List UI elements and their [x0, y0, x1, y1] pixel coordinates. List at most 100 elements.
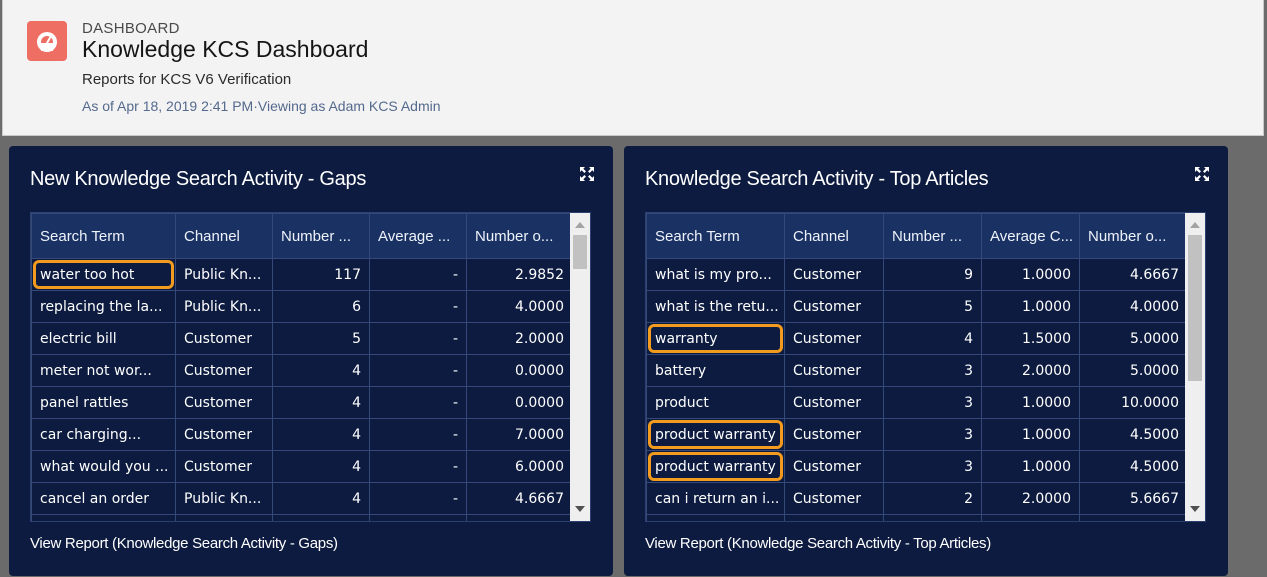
- table-cell: Public Kn...: [175, 290, 273, 323]
- view-report-link[interactable]: View Report (Knowledge Search Activity -…: [30, 535, 338, 552]
- table-row[interactable]: what is the retu... Customer 5 1.0000 4.0000: [646, 290, 1188, 323]
- table-scrollbar[interactable]: [570, 213, 590, 521]
- table-cell: Customer: [784, 290, 884, 323]
- table-cell: 0.0000: [466, 354, 573, 387]
- gaps-report-card: New Knowledge Search Activity - Gaps Sea…: [9, 146, 613, 576]
- table-cell: [784, 514, 884, 521]
- column-header[interactable]: Number ...: [272, 213, 370, 259]
- table-cell: Public Kn...: [175, 482, 273, 515]
- table-row[interactable]: can i return an i... Customer 2 2.0000 5.666…: [646, 482, 1188, 515]
- table-cell: 6.0000: [466, 450, 573, 483]
- column-header[interactable]: Number ...: [883, 213, 982, 259]
- table-cell: -: [369, 418, 467, 451]
- table-row[interactable]: meter not wor... Customer 4-0.0000: [31, 354, 573, 387]
- expand-icon[interactable]: [1194, 166, 1210, 182]
- table-cell: Customer: [175, 386, 273, 419]
- search-term-cell: meter not wor...: [31, 354, 176, 387]
- table-cell: Customer: [784, 450, 884, 483]
- search-term-cell: water too hot: [31, 258, 176, 291]
- table-cell: 3: [883, 386, 982, 419]
- table-cell: [466, 514, 573, 521]
- scroll-down-icon[interactable]: [575, 506, 585, 512]
- column-header[interactable]: Search Term: [646, 213, 785, 259]
- table-cell: Customer: [784, 418, 884, 451]
- column-header[interactable]: Number o...: [1079, 213, 1188, 259]
- search-term-cell: what is the retu...: [646, 290, 785, 323]
- table-row[interactable]: water too hot Public Kn... 117-2.9852: [31, 258, 573, 291]
- page-type-label: DASHBOARD: [82, 20, 180, 37]
- table-cell: Customer: [784, 354, 884, 387]
- column-header[interactable]: Average C...: [981, 213, 1080, 259]
- scroll-thumb[interactable]: [573, 235, 587, 269]
- search-term-cell: replacing the la...: [31, 290, 176, 323]
- search-term-cell: panel rattles: [31, 386, 176, 419]
- table-row[interactable]: warranty Customer 4 1.5000 5.0000: [646, 322, 1188, 355]
- table-cell: 6: [272, 290, 370, 323]
- table-cell: 2: [883, 482, 982, 515]
- table-cell: 5.0000: [1079, 322, 1188, 355]
- table-cell: [175, 514, 273, 521]
- table-row[interactable]: product warranty Customer 3 1.0000 4.5000: [646, 418, 1188, 451]
- table-cell: 9: [883, 258, 982, 291]
- column-header[interactable]: Search Term: [31, 213, 176, 259]
- table-cell: 10.0000: [1079, 386, 1188, 419]
- column-header[interactable]: Channel: [784, 213, 884, 259]
- scroll-up-icon[interactable]: [1190, 222, 1200, 228]
- search-term-cell: electric bill: [31, 322, 176, 355]
- table-cell: Customer: [784, 258, 884, 291]
- table-cell: 4: [272, 354, 370, 387]
- table-cell: 2.0000: [981, 482, 1080, 515]
- dashboard-gauge-icon: [27, 21, 67, 61]
- table-row[interactable]: what would you ... Customer 4-6.0000: [31, 450, 573, 483]
- page-title: Knowledge KCS Dashboard: [82, 36, 369, 62]
- table-header-row: Search Term Channel Number ... Average C...…: [646, 213, 1188, 259]
- table-row-partial: [646, 514, 1188, 521]
- table-cell: [369, 514, 467, 521]
- table-cell: 4: [272, 482, 370, 515]
- search-term-cell: battery: [646, 354, 785, 387]
- table-row[interactable]: replacing the la... Public Kn... 6-4.0000: [31, 290, 573, 323]
- table-cell: Customer: [784, 482, 884, 515]
- report-table: Search Term Channel Number ... Average ... N…: [30, 212, 591, 522]
- page-subtitle: Reports for KCS V6 Verification: [82, 71, 292, 88]
- dashboard-header: DASHBOARD Knowledge KCS Dashboard Report…: [2, 0, 1264, 136]
- table-cell: Public Kn...: [175, 258, 273, 291]
- table-row[interactable]: electric bill Customer 5-2.0000: [31, 322, 573, 355]
- search-term-cell: can i return an i...: [646, 482, 785, 515]
- table-cell: -: [369, 354, 467, 387]
- table-row[interactable]: cancel an order Public Kn... 4-4.6667: [31, 482, 573, 515]
- table-row[interactable]: product Customer 3 1.0000 10.0000: [646, 386, 1188, 419]
- table-cell: 117: [272, 258, 370, 291]
- table-cell: 2.9852: [466, 258, 573, 291]
- table-cell: 3: [883, 418, 982, 451]
- top-articles-report-card: Knowledge Search Activity - Top Articles…: [624, 146, 1228, 576]
- table-scrollbar[interactable]: [1185, 213, 1205, 521]
- expand-icon[interactable]: [579, 166, 595, 182]
- table-cell: 1.0000: [981, 258, 1080, 291]
- table-row[interactable]: product warranty Customer 3 1.0000 4.5000: [646, 450, 1188, 483]
- column-header[interactable]: Average ...: [369, 213, 467, 259]
- column-header[interactable]: Channel: [175, 213, 273, 259]
- table-row[interactable]: panel rattles Customer 4-0.0000: [31, 386, 573, 419]
- table-row[interactable]: car charging... Customer 4-7.0000: [31, 418, 573, 451]
- scroll-down-icon[interactable]: [1190, 506, 1200, 512]
- table-cell: Customer: [784, 322, 884, 355]
- table-cell: 0.0000: [466, 386, 573, 419]
- search-term-cell: product: [646, 386, 785, 419]
- scroll-thumb[interactable]: [1188, 235, 1202, 381]
- search-term-cell: warranty: [646, 322, 785, 355]
- search-term-cell: what is my pro...: [646, 258, 785, 291]
- table-cell: 1.0000: [981, 418, 1080, 451]
- table-cell: 1.0000: [981, 386, 1080, 419]
- table-cell: 4: [883, 322, 982, 355]
- table-row[interactable]: battery Customer 3 2.0000 5.0000: [646, 354, 1188, 387]
- report-table: Search Term Channel Number ... Average C...…: [645, 212, 1206, 522]
- table-cell: 2.0000: [466, 322, 573, 355]
- table-row[interactable]: what is my pro... Customer 9 1.0000 4.6667: [646, 258, 1188, 291]
- scroll-up-icon[interactable]: [575, 222, 585, 228]
- column-header[interactable]: Number o...: [466, 213, 573, 259]
- view-report-link[interactable]: View Report (Knowledge Search Activity -…: [645, 535, 991, 552]
- table-cell: Customer: [175, 418, 273, 451]
- table-cell: [646, 514, 785, 521]
- table-cell: 4.0000: [466, 290, 573, 323]
